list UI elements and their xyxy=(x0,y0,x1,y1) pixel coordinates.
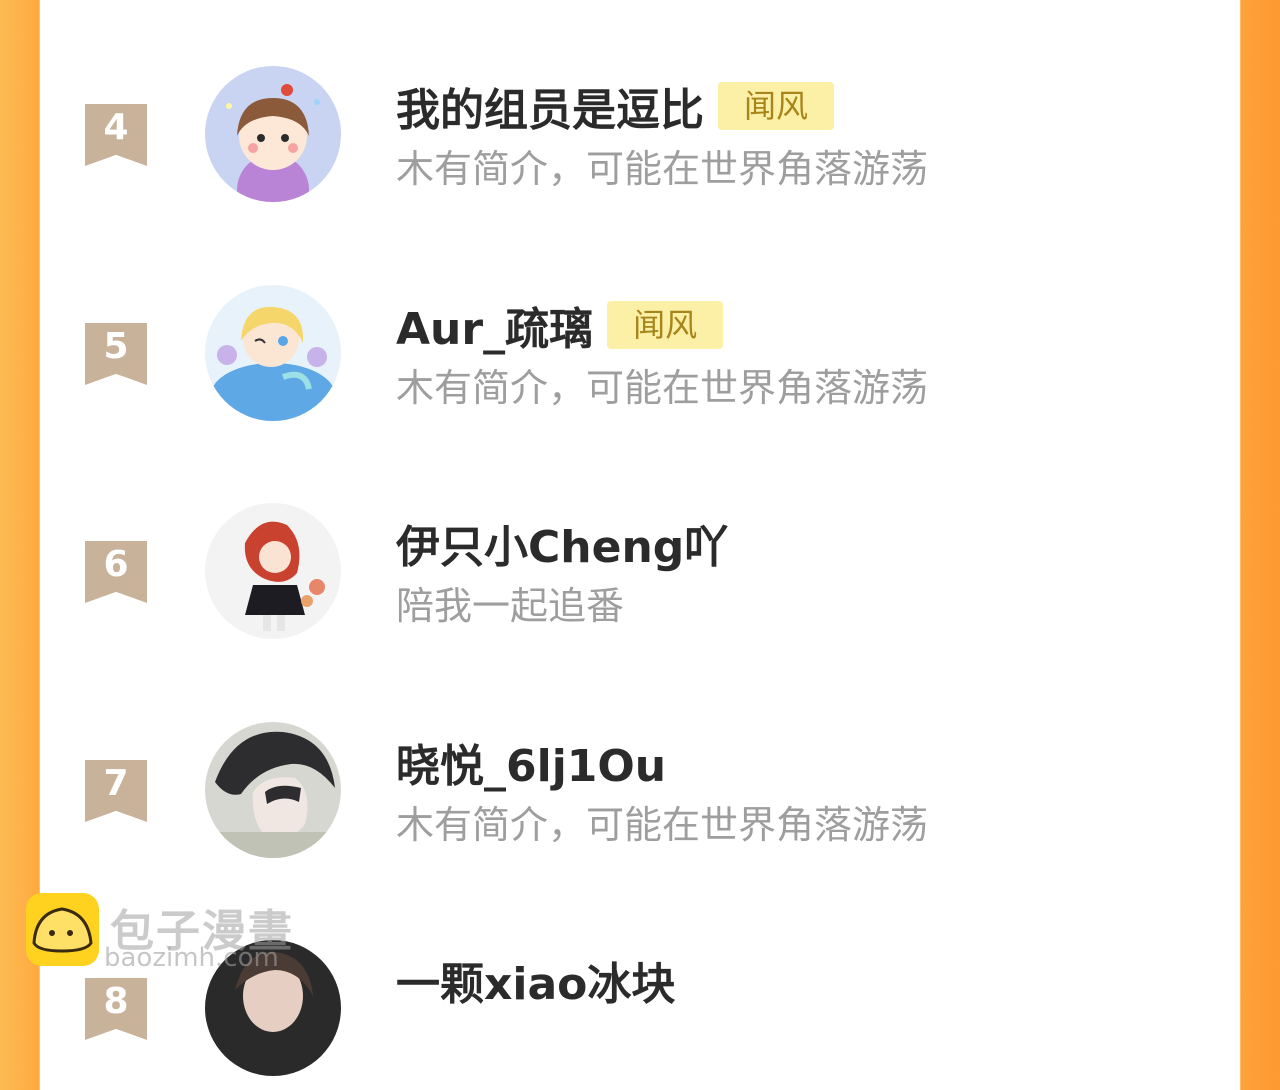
avatar-image xyxy=(205,503,341,639)
user-bio: 木有简介，可能在世界角落游荡 xyxy=(396,147,929,191)
list-item[interactable]: 7 晓悦_6lj1Ou 木有简介，可能在世界角落游荡 xyxy=(40,722,1240,872)
level-badge: 闻风 xyxy=(607,301,724,349)
user-name[interactable]: Aur_疏璃 xyxy=(396,293,593,357)
rank-ribbon: 8 xyxy=(85,978,147,1040)
avatar-image xyxy=(205,722,341,858)
name-line: Aur_疏璃 闻风 xyxy=(396,297,724,355)
level-badge: 闻风 xyxy=(718,82,835,130)
list-item[interactable]: 8 一颗xiao冰块 xyxy=(40,940,1240,1090)
name-line: 一颗xiao冰块 xyxy=(396,952,675,1010)
avatar[interactable] xyxy=(205,940,341,1076)
avatar[interactable] xyxy=(205,722,341,858)
name-line: 晓悦_6lj1Ou xyxy=(396,734,666,792)
avatar-image xyxy=(205,66,341,202)
name-line: 伊只小Cheng吖 xyxy=(396,515,728,573)
avatar[interactable] xyxy=(205,285,341,421)
list-item[interactable]: 5 Aur_疏璃 闻风 木有简介，可能在世界角落游荡 xyxy=(40,285,1240,435)
rank-ribbon: 6 xyxy=(85,541,147,603)
user-name[interactable]: 我的组员是逗比 xyxy=(396,74,704,138)
rank-ribbon: 7 xyxy=(85,760,147,822)
list-item[interactable]: 6 伊只小Cheng吖 陪我一起追番 xyxy=(40,503,1240,653)
name-line: 我的组员是逗比 闻风 xyxy=(396,78,835,136)
avatar-image xyxy=(205,285,341,421)
user-bio: 木有简介，可能在世界角落游荡 xyxy=(396,366,929,410)
user-bio: 陪我一起追番 xyxy=(396,584,625,628)
avatar-image xyxy=(205,940,341,1076)
avatar[interactable] xyxy=(205,66,341,202)
avatar[interactable] xyxy=(205,503,341,639)
rank-ribbon: 5 xyxy=(85,323,147,385)
user-name[interactable]: 一颗xiao冰块 xyxy=(396,948,675,1012)
user-name[interactable]: 伊只小Cheng吖 xyxy=(396,511,728,575)
ranking-panel: 4 我的组员是逗比 闻风 木有简介，可能在世界角落游荡 5 Aur_疏璃 闻风 … xyxy=(40,0,1240,1076)
user-name[interactable]: 晓悦_6lj1Ou xyxy=(396,730,666,794)
list-item[interactable]: 4 我的组员是逗比 闻风 木有简介，可能在世界角落游荡 xyxy=(40,66,1240,216)
rank-ribbon: 4 xyxy=(85,104,147,166)
user-bio: 木有简介，可能在世界角落游荡 xyxy=(396,803,929,847)
